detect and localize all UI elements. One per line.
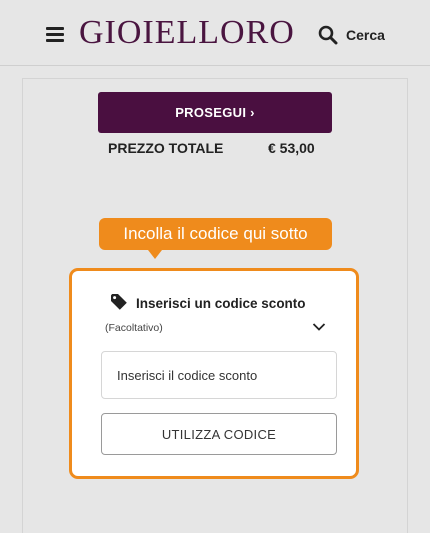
total-price-value: € 53,00	[268, 140, 315, 156]
tag-icon	[111, 294, 127, 310]
apply-code-button[interactable]: UTILIZZA CODICE	[101, 413, 337, 455]
site-logo[interactable]: GIOIELLORO	[79, 14, 295, 52]
coupon-title: Inserisci un codice sconto	[136, 296, 306, 311]
coupon-hint-callout: Incolla il codice qui sotto	[99, 218, 332, 250]
chevron-down-icon[interactable]	[312, 322, 326, 332]
hamburger-menu-icon[interactable]	[46, 27, 64, 42]
search-button[interactable]: Cerca	[318, 24, 385, 46]
proceed-button[interactable]: PROSEGUI ›	[98, 92, 332, 133]
search-label: Cerca	[346, 27, 385, 43]
search-icon	[318, 25, 338, 45]
site-header: GIOIELLORO Cerca	[0, 0, 430, 66]
optional-note: (Facoltativo)	[105, 322, 163, 334]
total-price-label: PREZZO TOTALE	[108, 140, 224, 156]
discount-code-input[interactable]	[101, 351, 337, 399]
coupon-card: Inserisci un codice sconto (Facoltativo)…	[69, 268, 359, 479]
callout-arrow	[148, 250, 162, 259]
